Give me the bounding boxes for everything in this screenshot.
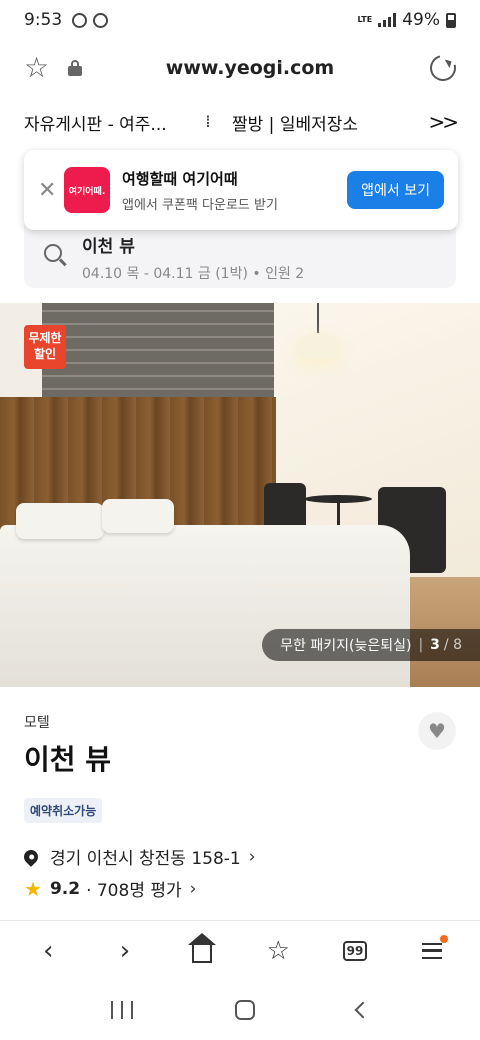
photo-pillow: [16, 503, 104, 539]
photo-pillow: [102, 499, 174, 533]
notification-dot: [439, 934, 448, 943]
app-notification-icon: [72, 12, 88, 28]
bookmarks-star-icon[interactable]: ☆: [252, 929, 304, 973]
status-time: 9:53: [24, 10, 63, 30]
counter-divider: |: [418, 637, 424, 653]
system-navigation-bar: [0, 980, 480, 1040]
rating-score: 9.2: [49, 878, 81, 899]
tabs-button[interactable]: 99: [329, 929, 381, 973]
chevron-right-icon: ›: [248, 846, 256, 867]
more-tabs-icon[interactable]: >>: [428, 110, 458, 134]
system-home-icon[interactable]: [235, 1000, 255, 1020]
close-icon[interactable]: ✕: [38, 178, 64, 203]
property-name: 이천 뷰: [24, 743, 112, 776]
favorite-heart-icon[interactable]: ♥: [418, 712, 456, 750]
url-text[interactable]: www.yeogi.com: [82, 57, 418, 79]
chevron-right-icon: ›: [189, 878, 197, 899]
property-info: 모텔 이천 뷰 ♥ 예약취소가능: [24, 712, 456, 823]
cancellable-tag: 예약취소가능: [24, 798, 103, 823]
browser-tab[interactable]: 짤방 | 일베저장소: [232, 110, 382, 135]
back-arrow-icon[interactable]: ‹: [22, 929, 74, 973]
photo-total: / 8: [443, 637, 462, 653]
app-notification-icon-2: [93, 12, 109, 28]
forward-arrow-icon[interactable]: ›: [99, 929, 151, 973]
rating-star-icon: ★: [24, 876, 42, 901]
search-icon: [44, 244, 62, 262]
tab-count: 99: [342, 940, 367, 961]
home-button[interactable]: [176, 929, 228, 973]
search-details: 04.10 목 - 04.11 금 (1박) • 인원 2: [82, 266, 305, 282]
open-in-app-button[interactable]: 앱에서 보기: [347, 171, 444, 209]
search-query: 이천 뷰: [82, 237, 135, 257]
photo-lamp-cord: [317, 303, 319, 335]
network-label: LTE: [357, 15, 373, 24]
battery-icon: [446, 12, 456, 28]
battery-percent: 49%: [402, 10, 440, 30]
location-pin-icon: [21, 846, 41, 867]
banner-subtitle: 앱에서 쿠폰팩 다운로드 받기: [122, 197, 278, 213]
room-photo-gallery[interactable]: 무제한 할인 무한 패키지(늦은퇴실) | 3 / 8: [0, 303, 480, 687]
photo-counter[interactable]: 무한 패키지(늦은퇴실) | 3 / 8: [262, 629, 480, 661]
review-count: · 708명 평가: [86, 881, 182, 901]
browser-tabs-strip: 자유게시판 - 여주... ⁞ 짤방 | 일베저장소 >>: [0, 100, 480, 144]
app-install-banner: ✕ 여기어때. 여행할때 여기어때 앱에서 쿠폰팩 다운로드 받기 앱에서 보기: [24, 150, 458, 230]
browser-url-bar: ☆ www.yeogi.com: [0, 40, 480, 96]
property-category: 모텔: [24, 715, 50, 731]
app-logo: 여기어때.: [64, 167, 110, 213]
status-bar: 9:53 LTE 49%: [0, 0, 480, 40]
tab-separator: ⁞: [205, 112, 211, 132]
bookmark-star-icon[interactable]: ☆: [24, 54, 56, 82]
menu-icon: [421, 942, 442, 959]
signal-icon: [378, 13, 397, 27]
menu-button[interactable]: [406, 929, 458, 973]
status-right-group: LTE 49%: [357, 10, 456, 30]
photo-current-index: 3: [430, 637, 440, 653]
rating-link[interactable]: ★ 9.2 · 708명 평가 ›: [24, 876, 197, 902]
home-icon: [187, 932, 216, 963]
banner-title: 여행할때 여기어때: [122, 169, 238, 188]
browser-bottom-toolbar: ‹ › ☆ 99: [0, 920, 480, 980]
photo-bed: [0, 525, 410, 687]
lock-icon[interactable]: [68, 60, 82, 76]
system-back-icon[interactable]: [354, 1001, 372, 1019]
browser-tab[interactable]: 자유게시판 - 여주...: [24, 110, 194, 135]
recent-apps-icon[interactable]: [111, 1001, 133, 1019]
property-address: 경기 이천시 창전동 158-1: [50, 849, 241, 869]
package-label: 무한 패키지(늦은퇴실): [280, 638, 412, 654]
address-link[interactable]: 경기 이천시 창전동 158-1 ›: [21, 844, 256, 869]
reload-icon[interactable]: [425, 50, 461, 86]
photo-lamp: [296, 333, 340, 359]
discount-badge: 무제한 할인: [24, 325, 66, 369]
